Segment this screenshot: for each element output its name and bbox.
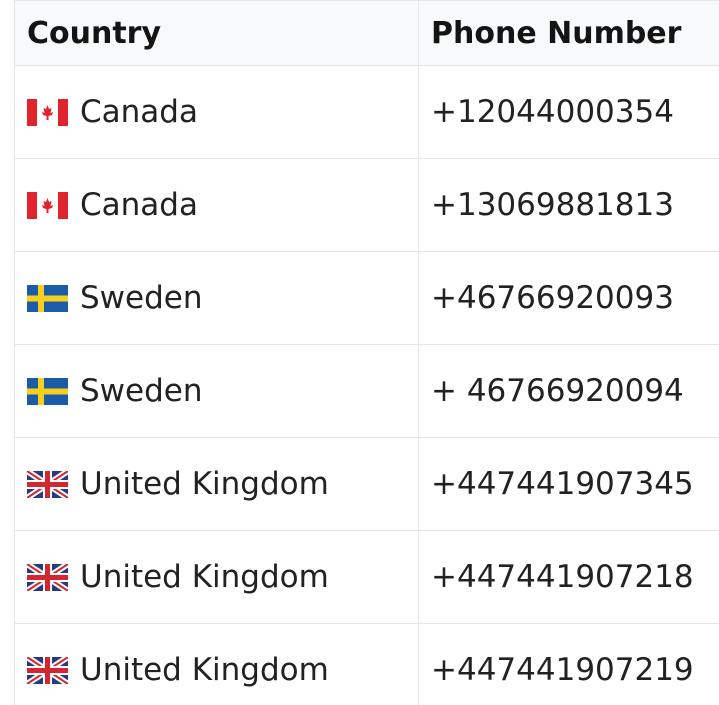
country-name: United Kingdom: [80, 652, 329, 688]
canada-flag-icon: [27, 98, 68, 126]
uk-flag-icon: [27, 563, 68, 591]
phone-number-cell: +12044000354: [418, 65, 719, 159]
table-row: Sweden + 46766920094: [14, 344, 719, 438]
table-header-row: Country Phone Number: [14, 0, 719, 66]
country-column-header[interactable]: Country: [14, 0, 419, 66]
country-name: Sweden: [80, 280, 203, 316]
country-cell: United Kingdom: [14, 437, 419, 531]
table-row: United Kingdom +447441907218: [14, 530, 719, 624]
country-cell-content: United Kingdom: [27, 652, 418, 688]
country-cell-content: Sweden: [27, 373, 418, 409]
uk-flag-icon: [27, 656, 68, 684]
table-row: Canada +13069881813: [14, 158, 719, 252]
phone-number-cell: + 46766920094: [418, 344, 719, 438]
country-cell: Sweden: [14, 251, 419, 345]
canada-flag-icon: [27, 191, 68, 219]
country-cell: Canada: [14, 158, 419, 252]
table-row: United Kingdom +447441907345: [14, 437, 719, 531]
sweden-flag-icon: [27, 284, 68, 312]
country-name: United Kingdom: [80, 466, 329, 502]
phone-number-cell: +46766920093: [418, 251, 719, 345]
country-cell-content: Canada: [27, 94, 418, 130]
table-row: Sweden +46766920093: [14, 251, 719, 345]
phone-table-container: Country Phone Number Canada +12044000354…: [0, 0, 719, 705]
phone-number-cell: +447441907219: [418, 623, 719, 705]
phone-number-cell: +447441907218: [418, 530, 719, 624]
country-cell-content: United Kingdom: [27, 559, 418, 595]
table-row: United Kingdom +447441907219: [14, 623, 719, 705]
country-cell: Sweden: [14, 344, 419, 438]
phone-number-table: Country Phone Number Canada +12044000354…: [14, 0, 719, 705]
country-cell-content: Sweden: [27, 280, 418, 316]
table-row: Canada +12044000354: [14, 65, 719, 159]
phone-number-cell: +13069881813: [418, 158, 719, 252]
phone-column-header[interactable]: Phone Number: [418, 0, 719, 66]
country-cell-content: United Kingdom: [27, 466, 418, 502]
sweden-flag-icon: [27, 377, 68, 405]
country-name: Canada: [80, 187, 198, 223]
uk-flag-icon: [27, 470, 68, 498]
country-name: Sweden: [80, 373, 203, 409]
phone-number-cell: +447441907345: [418, 437, 719, 531]
country-cell: Canada: [14, 65, 419, 159]
country-name: United Kingdom: [80, 559, 329, 595]
country-name: Canada: [80, 94, 198, 130]
country-cell-content: Canada: [27, 187, 418, 223]
country-cell: United Kingdom: [14, 530, 419, 624]
country-cell: United Kingdom: [14, 623, 419, 705]
